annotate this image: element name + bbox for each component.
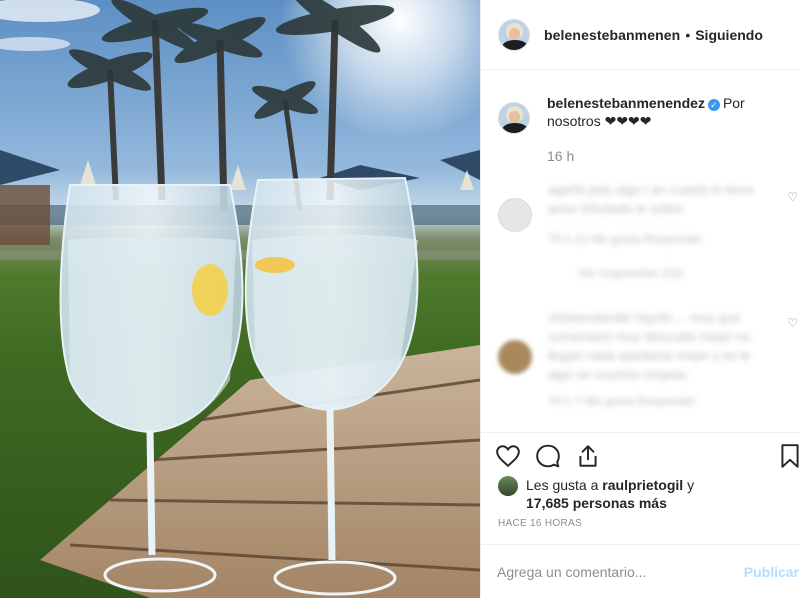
likes-prefix: Les gusta a <box>526 477 603 493</box>
post-header: belenestebanmenen • Siguiendo <box>481 0 800 70</box>
caption-timestamp[interactable]: 16 h <box>547 148 800 164</box>
photo-illustration <box>0 0 480 598</box>
comment-meta: 70 h 12 Me gusta Responder <box>548 232 703 246</box>
comment-like-heart-icon[interactable]: ♡ <box>787 316 798 330</box>
comment-bubble-icon[interactable] <box>535 443 561 469</box>
commenter-avatar[interactable] <box>498 340 532 374</box>
likes-count-link[interactable]: 17,685 personas más <box>526 495 667 511</box>
caption-username-link[interactable]: belenestebanmenendez <box>547 95 705 111</box>
add-comment-form: Publicar <box>481 544 800 598</box>
following-button[interactable]: Siguiendo <box>695 27 763 43</box>
post-details-panel: belenestebanmenen • Siguiendo belenesteb… <box>480 0 800 598</box>
view-replies-link[interactable]: Ver respuestas (10) <box>578 266 683 280</box>
author-username-link[interactable]: belenestebanmenen <box>544 27 680 43</box>
like-heart-icon[interactable] <box>495 443 521 469</box>
post-time-label[interactable]: HACE 16 HORAS <box>498 518 582 529</box>
comment-text: chiskandandie hayrils ... muy que coment… <box>548 310 751 382</box>
comment-like-heart-icon[interactable]: ♡ <box>787 190 798 204</box>
liker-username-link[interactable]: raulprietogil <box>602 477 683 493</box>
bookmark-icon[interactable] <box>777 443 800 469</box>
comment-input[interactable] <box>497 563 737 580</box>
comment-text: agarfa pais algo t an cuanto lo tiene am… <box>548 182 754 216</box>
likes-text: Les gusta a raulprietogil y 17,685 perso… <box>526 476 776 512</box>
post-caption: belenestebanmenendez ✓ Por nosotros ❤❤❤❤ <box>481 70 800 134</box>
verified-badge-icon: ✓ <box>707 99 720 111</box>
caption-text-block: belenestebanmenendez ✓ Por nosotros ❤❤❤❤ <box>547 94 787 134</box>
author-avatar[interactable] <box>498 18 530 51</box>
likes-summary: Les gusta a raulprietogil y 17,685 perso… <box>498 476 776 512</box>
liker-avatar[interactable] <box>498 476 518 496</box>
publish-button[interactable]: Publicar <box>744 564 799 580</box>
likes-suffix: y <box>683 477 695 493</box>
post-actions-bar <box>481 432 800 476</box>
comment-meta: 70 h 7 Me gusta Responder <box>548 394 697 408</box>
share-icon[interactable] <box>575 443 601 469</box>
caption-avatar[interactable] <box>498 102 530 134</box>
post-photo[interactable] <box>0 0 480 598</box>
header-separator: • <box>685 26 691 43</box>
commenter-avatar[interactable] <box>498 198 532 232</box>
